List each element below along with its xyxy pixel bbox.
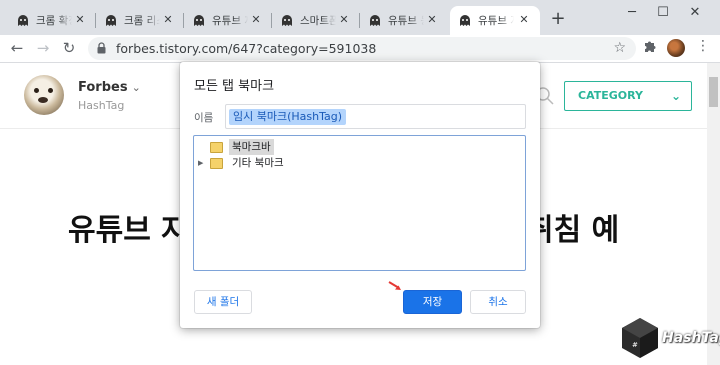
reload-icon[interactable]: ↻ <box>58 37 80 59</box>
blog-name-text: Forbes <box>78 80 128 95</box>
name-label: 이름 <box>194 112 214 124</box>
name-input[interactable]: 임시 북마크(HashTag) <box>225 104 526 129</box>
puzzle-icon[interactable] <box>643 39 657 53</box>
avatar-detail <box>48 88 53 93</box>
tab-6-active[interactable]: 유튜브 자 ✕ <box>450 6 540 35</box>
new-folder-button[interactable]: 새 폴더 <box>194 290 252 314</box>
plus-icon[interactable]: + <box>548 10 568 30</box>
ghost-favicon-icon <box>282 15 292 26</box>
folder-icon <box>210 142 223 153</box>
dialog-title: 모든 탭 북마크 <box>194 79 275 94</box>
back-arrow-icon[interactable]: ← <box>6 37 28 59</box>
kebab-menu-icon[interactable]: ⋮ <box>696 38 710 54</box>
scrollbar[interactable] <box>707 63 720 365</box>
ghost-favicon-icon <box>106 15 116 26</box>
close-icon[interactable]: ✕ <box>161 13 175 27</box>
tab-3[interactable]: 유튜브 재 ✕ <box>184 6 272 35</box>
tab-title: 스마트폰 <box>300 15 336 27</box>
close-icon[interactable]: ✕ <box>249 13 263 27</box>
forward-arrow-icon[interactable]: → <box>32 37 54 59</box>
pointer-arrow-icon <box>388 281 401 290</box>
watermark-text: HashTag <box>662 330 720 346</box>
expand-arrow-icon[interactable]: ▶ <box>198 155 208 171</box>
browser-toolbar: ← → ↻ forbes.tistory.com/647?category=59… <box>0 35 720 63</box>
minimize-icon[interactable]: ─ <box>620 4 644 22</box>
folder-item-bookmarks-bar[interactable]: 북마크바 <box>198 139 274 155</box>
scrollbar-thumb[interactable] <box>709 77 718 107</box>
cancel-button[interactable]: 취소 <box>470 290 526 314</box>
hashtag-logo-icon: # <box>622 318 658 358</box>
address-bar[interactable]: forbes.tistory.com/647?category=591038 ☆ <box>88 37 636 60</box>
save-button[interactable]: 저장 <box>403 290 462 314</box>
tab-title: 유튜브 동 <box>388 15 424 27</box>
folder-item-other-bookmarks[interactable]: ▶ 기타 북마크 <box>198 155 287 171</box>
avatar-detail <box>34 88 39 93</box>
folder-label: 북마크바 <box>229 139 274 155</box>
ghost-favicon-icon <box>370 15 380 26</box>
folder-label: 기타 북마크 <box>232 157 284 169</box>
tab-1[interactable]: 크롬 확장 ✕ <box>8 6 96 35</box>
blog-name[interactable]: Forbes ⌄ <box>78 80 141 95</box>
tab-2[interactable]: 크롬 리소 ✕ <box>96 6 184 35</box>
close-icon[interactable]: ✕ <box>425 13 439 27</box>
star-icon[interactable]: ☆ <box>613 40 626 56</box>
avatar[interactable] <box>24 75 64 115</box>
close-icon[interactable]: ✕ <box>517 13 531 27</box>
lock-icon <box>97 42 106 54</box>
ghost-favicon-icon <box>194 15 204 26</box>
tab-5[interactable]: 유튜브 동 ✕ <box>360 6 448 35</box>
tab-4[interactable]: 스마트폰 ✕ <box>272 6 360 35</box>
name-input-value: 임시 북마크(HashTag) <box>229 109 347 125</box>
tab-strip: 크롬 확장 ✕ 크롬 리소 ✕ 유튜브 재 ✕ 스마트폰 ✕ 유튜브 동 ✕ 유… <box>0 0 720 35</box>
url-text: forbes.tistory.com/647?category=591038 <box>116 41 377 56</box>
tab-title: 유튜브 자 <box>478 15 514 27</box>
chevron-down-icon[interactable]: ⌄ <box>132 81 141 94</box>
post-title-start: 유튜브 자 <box>68 213 189 248</box>
svg-text:#: # <box>632 341 638 349</box>
tab-title: 크롬 리소 <box>124 15 160 27</box>
avatar-detail <box>38 97 48 103</box>
folder-icon <box>210 158 223 169</box>
tab-title: 크롬 확장 <box>36 15 72 27</box>
category-dropdown[interactable]: CATEGORY ⌄ <box>564 81 692 111</box>
maximize-icon[interactable]: ☐ <box>651 4 675 22</box>
bookmark-all-tabs-dialog: 모든 탭 북마크 이름 임시 북마크(HashTag) 북마크바 ▶ 기타 북마크… <box>180 62 540 328</box>
tab-title: 유튜브 재 <box>212 15 248 27</box>
ghost-favicon-icon <box>460 15 470 26</box>
close-icon[interactable]: ✕ <box>73 13 87 27</box>
close-icon[interactable]: ✕ <box>337 13 351 27</box>
blog-subtitle: HashTag <box>78 99 125 112</box>
folder-tree[interactable]: 북마크바 ▶ 기타 북마크 <box>193 135 526 271</box>
ghost-favicon-icon <box>18 15 28 26</box>
profile-avatar[interactable] <box>667 39 685 57</box>
category-label: CATEGORY <box>578 89 643 102</box>
window-close-icon[interactable]: ✕ <box>683 4 707 22</box>
chevron-down-icon: ⌄ <box>670 89 681 103</box>
